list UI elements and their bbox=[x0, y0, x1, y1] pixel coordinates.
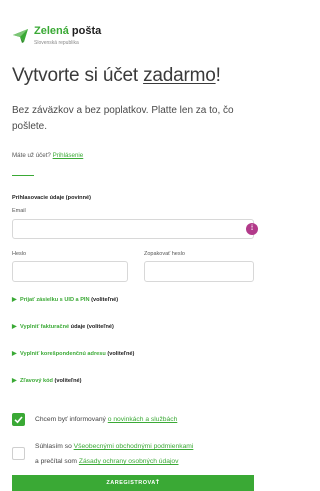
expander-discount-link[interactable]: Zľavový kód bbox=[20, 378, 53, 384]
page-title-emphasis: zadarmo bbox=[143, 65, 216, 86]
intro-text: Bez záväzkov a bez poplatkov. Platte len… bbox=[12, 105, 234, 132]
newsletter-text: Chcem byť informovaný bbox=[35, 416, 108, 423]
confirm-password-label: Zopakovať heslo bbox=[144, 251, 185, 257]
email-label: Email bbox=[12, 208, 26, 214]
brand-name-part1: Zelená bbox=[34, 25, 69, 37]
expander-uid-pin-link[interactable]: Prijať zásielku s UID a PIN bbox=[20, 297, 90, 303]
email-field[interactable] bbox=[12, 219, 254, 239]
chevron-right-icon: ▶ bbox=[12, 378, 17, 384]
expander-correspondence-note: (voliteľné) bbox=[107, 351, 135, 357]
newsletter-link[interactable]: o novinkách a službách bbox=[108, 416, 178, 423]
expander-correspondence[interactable]: ▶ Vyplniť korešpondenčnú adresu (voliteľn… bbox=[12, 350, 134, 357]
zelena-posta-logo-icon[interactable] bbox=[11, 26, 30, 45]
chevron-right-icon: ▶ bbox=[12, 297, 17, 303]
terms-text: Súhlasím so bbox=[35, 443, 74, 450]
expander-discount[interactable]: ▶ Zľavový kód (voliteľné) bbox=[12, 377, 82, 384]
expander-billing-plain: údaje bbox=[69, 324, 86, 330]
newsletter-label: Chcem byť informovaný o novinkách a služ… bbox=[35, 414, 177, 425]
register-button[interactable]: ZAREGISTROVAŤ bbox=[12, 475, 254, 491]
page-title-suffix: ! bbox=[215, 65, 221, 86]
section-divider bbox=[12, 175, 34, 176]
login-prompt: Máte už účet? Prihlásenie bbox=[12, 152, 83, 159]
expander-uid-pin[interactable]: ▶ Prijať zásielku s UID a PIN (voliteľné) bbox=[12, 296, 118, 303]
password-field[interactable] bbox=[12, 261, 128, 282]
credentials-section-title: Prihlasovacie údaje (povinné) bbox=[12, 195, 91, 201]
expander-discount-note: (voliteľné) bbox=[54, 378, 82, 384]
privacy-link[interactable]: Zásady ochrany osobných údajov bbox=[79, 458, 179, 465]
privacy-text: a prečítal som bbox=[35, 458, 79, 465]
password-manager-icon[interactable]: ⁞ bbox=[246, 223, 258, 235]
expander-billing-link[interactable]: Vyplniť fakturačné bbox=[20, 324, 69, 330]
login-link[interactable]: Prihlásenie bbox=[53, 152, 84, 159]
brand-name-part2: pošta bbox=[71, 25, 102, 37]
brand-subtitle: Slovenská republika bbox=[34, 40, 79, 46]
terms-label-line1: Súhlasím so Všeobecnými obchodnými podmi… bbox=[35, 441, 193, 452]
expander-billing-note: (voliteľné) bbox=[86, 324, 114, 330]
expander-billing[interactable]: ▶ Vyplniť fakturačné údaje (voliteľné) bbox=[12, 323, 114, 330]
terms-checkbox[interactable] bbox=[12, 447, 25, 460]
terms-link[interactable]: Všeobecnými obchodnými podmienkami bbox=[74, 443, 194, 450]
terms-label-line2: a prečítal som Zásady ochrany osobných ú… bbox=[35, 456, 179, 467]
brand-name[interactable]: Zelená pošta bbox=[34, 25, 101, 37]
password-label: Heslo bbox=[12, 251, 27, 257]
expander-uid-pin-note: (voliteľné) bbox=[91, 297, 119, 303]
newsletter-checkbox[interactable] bbox=[12, 413, 25, 426]
chevron-right-icon: ▶ bbox=[12, 324, 17, 330]
checkmark-icon bbox=[14, 416, 23, 424]
page-title-prefix: Vytvorte si účet bbox=[12, 65, 144, 86]
page-title: Vytvorte si účet zadarmo! bbox=[12, 65, 221, 87]
expander-correspondence-link[interactable]: Vyplniť korešpondenčnú adresu bbox=[20, 351, 106, 357]
chevron-right-icon: ▶ bbox=[12, 351, 17, 357]
login-prompt-text: Máte už účet? bbox=[12, 152, 51, 159]
confirm-password-field[interactable] bbox=[144, 261, 254, 282]
